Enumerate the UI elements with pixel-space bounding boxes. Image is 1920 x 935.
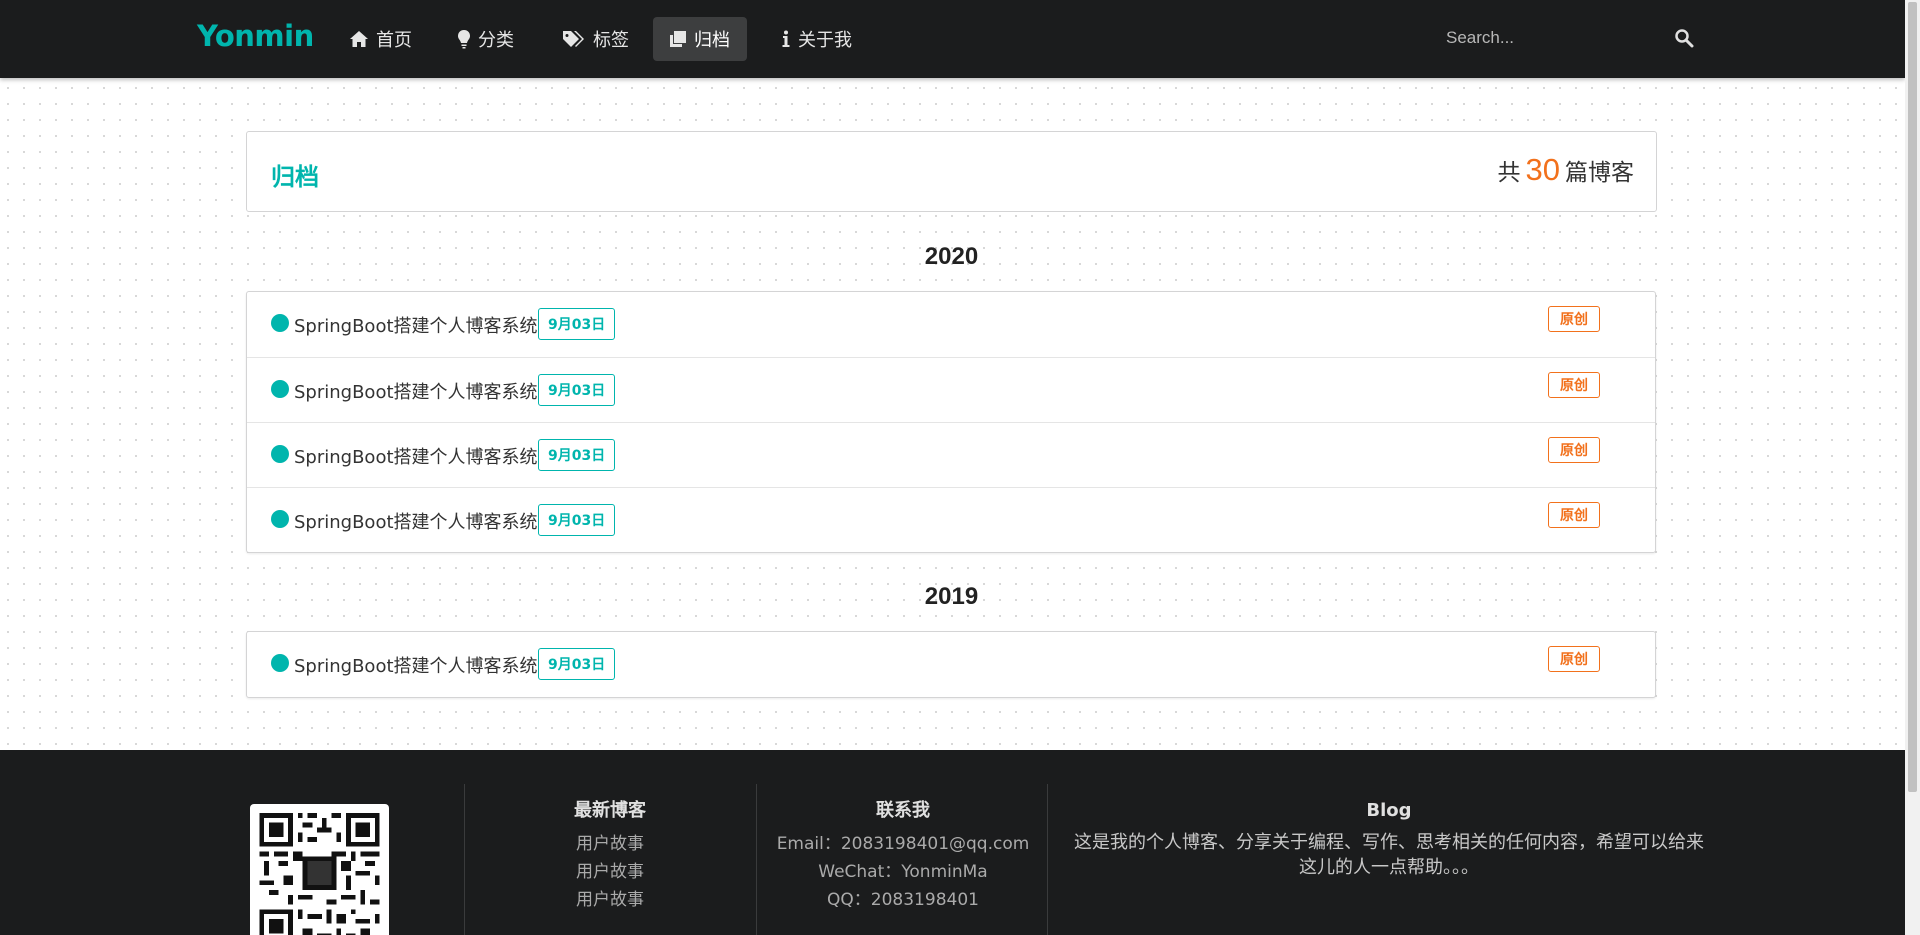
home-icon bbox=[349, 30, 369, 48]
nav-item-label: 首页 bbox=[376, 30, 412, 51]
search-box bbox=[1430, 20, 1700, 56]
nav-item-home[interactable]: 首页 bbox=[333, 17, 428, 61]
contact-qq: QQ：2083198401 bbox=[827, 890, 979, 910]
lightbulb-icon bbox=[457, 29, 471, 49]
bullet-dot bbox=[271, 314, 289, 332]
wechat-qr-code bbox=[250, 804, 389, 935]
list-item[interactable]: SpringBoot搭建个人博客系统 9月03日 原创 bbox=[247, 422, 1655, 487]
blog-description: 这是我的个人博客、分享关于编程、写作、思考相关的任何内容，希望可以给来这儿的人一… bbox=[1074, 832, 1704, 878]
nav-item-category[interactable]: 分类 bbox=[441, 17, 530, 61]
search-input[interactable] bbox=[1430, 28, 1667, 48]
date-label: 9月03日 bbox=[538, 648, 616, 680]
footer-divider bbox=[756, 784, 757, 935]
footer-link[interactable]: 用户故事 bbox=[490, 830, 730, 858]
date-label: 9月03日 bbox=[538, 439, 616, 471]
post-title-link[interactable]: SpringBoot搭建个人博客系统 bbox=[294, 508, 538, 534]
footer-divider bbox=[1047, 784, 1048, 935]
post-title-link[interactable]: SpringBoot搭建个人博客系统 bbox=[294, 652, 538, 678]
nav-item-archive[interactable]: 归档 bbox=[653, 17, 747, 61]
nav-item-about[interactable]: 关于我 bbox=[765, 17, 868, 61]
post-title-link[interactable]: SpringBoot搭建个人博客系统 bbox=[294, 378, 538, 404]
list-item[interactable]: SpringBoot搭建个人博客系统 9月03日 原创 bbox=[247, 487, 1655, 552]
nav-item-label: 分类 bbox=[478, 30, 514, 51]
original-badge: 原创 bbox=[1548, 372, 1600, 398]
bullet-dot bbox=[271, 380, 289, 398]
post-title-link[interactable]: SpringBoot搭建个人博客系统 bbox=[294, 312, 538, 338]
count-prefix: 共 bbox=[1497, 160, 1521, 186]
bullet-dot bbox=[271, 654, 289, 672]
bullet-dot bbox=[271, 510, 289, 528]
list-item[interactable]: SpringBoot搭建个人博客系统 9月03日 原创 bbox=[247, 292, 1655, 357]
nav-item-label: 归档 bbox=[694, 30, 730, 51]
original-badge: 原创 bbox=[1548, 646, 1600, 672]
footer-contact: 联系我 Email：2083198401@qq.com WeChat：Yonmi… bbox=[772, 800, 1034, 914]
date-label: 9月03日 bbox=[538, 308, 616, 340]
footer: 最新博客 用户故事 用户故事 用户故事 联系我 Email：2083198401… bbox=[0, 750, 1905, 935]
list-item[interactable]: SpringBoot搭建个人博客系统 9月03日 原创 bbox=[247, 357, 1655, 422]
archive-header: 归档 共 30 篇博客 bbox=[246, 131, 1657, 212]
year-heading: 2020 bbox=[924, 243, 979, 270]
original-badge: 原创 bbox=[1548, 437, 1600, 463]
list-item[interactable]: SpringBoot搭建个人博客系统 9月03日 原创 bbox=[247, 632, 1655, 697]
page-title: 归档 bbox=[271, 163, 319, 191]
footer-heading: 最新博客 bbox=[574, 800, 646, 821]
count-number: 30 bbox=[1525, 152, 1560, 187]
footer-blog-about: Blog 这是我的个人博客、分享关于编程、写作、思考相关的任何内容，希望可以给来… bbox=[1066, 800, 1712, 880]
brand-logo[interactable]: Yonmin bbox=[197, 19, 314, 53]
contact-email: Email：2083198401@qq.com bbox=[776, 834, 1030, 854]
nav-item-tags[interactable]: 标签 bbox=[546, 17, 645, 61]
tags-icon bbox=[562, 30, 586, 48]
date-label: 9月03日 bbox=[538, 504, 616, 536]
post-title-link[interactable]: SpringBoot搭建个人博客系统 bbox=[294, 443, 538, 469]
info-icon bbox=[781, 30, 791, 48]
scrollbar-thumb[interactable] bbox=[1908, 2, 1917, 792]
archive-list: SpringBoot搭建个人博客系统 9月03日 原创 SpringBoot搭建… bbox=[246, 291, 1656, 553]
search-icon[interactable] bbox=[1667, 28, 1700, 48]
footer-link[interactable]: 用户故事 bbox=[490, 886, 730, 914]
nav-item-label: 关于我 bbox=[798, 30, 852, 51]
page-scrollbar[interactable] bbox=[1905, 0, 1920, 935]
count-suffix: 篇博客 bbox=[1565, 160, 1634, 186]
original-badge: 原创 bbox=[1548, 502, 1600, 528]
bullet-dot bbox=[271, 445, 289, 463]
contact-wechat: WeChat：YonminMa bbox=[818, 862, 988, 882]
footer-heading: Blog bbox=[1366, 800, 1412, 821]
original-badge: 原创 bbox=[1548, 306, 1600, 332]
footer-heading: 联系我 bbox=[876, 800, 930, 821]
footer-latest-blogs: 最新博客 用户故事 用户故事 用户故事 bbox=[490, 800, 730, 914]
footer-divider bbox=[464, 784, 465, 935]
clone-icon bbox=[669, 30, 687, 48]
blog-count: 共 30 篇博客 bbox=[1498, 152, 1634, 188]
footer-link[interactable]: 用户故事 bbox=[490, 858, 730, 886]
date-label: 9月03日 bbox=[538, 374, 616, 406]
top-navbar: Yonmin 首页 分类 标签 归档 关于我 bbox=[0, 0, 1905, 78]
year-heading: 2019 bbox=[924, 583, 979, 610]
archive-list: SpringBoot搭建个人博客系统 9月03日 原创 bbox=[246, 631, 1656, 698]
nav-item-label: 标签 bbox=[593, 30, 629, 51]
